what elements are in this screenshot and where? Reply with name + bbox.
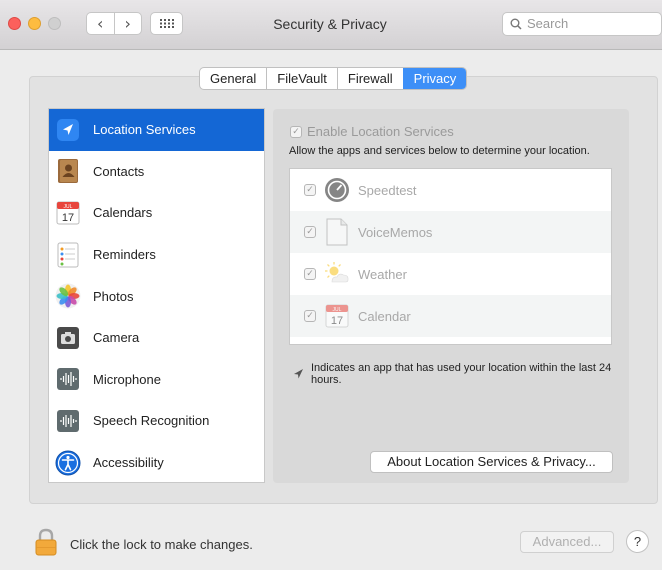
speedtest-icon bbox=[324, 177, 350, 203]
tab-bar: General FileVault Firewall Privacy bbox=[199, 67, 468, 90]
svg-text:JUL: JUL bbox=[64, 204, 73, 210]
sidebar-item-label: Camera bbox=[93, 330, 140, 346]
app-row-calendar[interactable]: ✓ JUL 17 Calendar bbox=[290, 295, 611, 337]
help-button[interactable]: ? bbox=[626, 530, 649, 553]
sidebar-item-label: Accessibility bbox=[93, 455, 164, 471]
sidebar-item-label: Location Services bbox=[93, 122, 196, 138]
location-services-description: Allow the apps and services below to det… bbox=[289, 145, 590, 157]
navigation-buttons: ‹ › bbox=[86, 12, 142, 35]
sidebar-item-label: Calendars bbox=[93, 205, 153, 221]
sidebar-item-reminders[interactable]: Reminders bbox=[49, 234, 264, 276]
weather-icon bbox=[324, 261, 350, 287]
svg-text:JUL: JUL bbox=[333, 307, 342, 313]
close-window-button[interactable] bbox=[8, 17, 21, 30]
reminders-icon bbox=[53, 240, 83, 270]
lock-message: Click the lock to make changes. bbox=[70, 537, 253, 552]
tab-general[interactable]: General bbox=[200, 68, 266, 89]
enable-location-services-label: Enable Location Services bbox=[307, 124, 454, 139]
calendar-icon: JUL 17 bbox=[324, 303, 350, 329]
app-checkbox[interactable]: ✓ bbox=[304, 184, 316, 196]
lock-icon[interactable] bbox=[34, 528, 58, 559]
sidebar-item-photos[interactable]: Photos bbox=[49, 275, 264, 317]
zoom-window-button[interactable] bbox=[48, 17, 61, 30]
location-arrow-icon bbox=[53, 115, 83, 145]
recent-location-note: Indicates an app that has used your loca… bbox=[293, 362, 613, 386]
app-row-voicememos[interactable]: ✓ VoiceMemos bbox=[290, 211, 611, 253]
search-input[interactable]: Search bbox=[502, 12, 662, 36]
title-bar: ‹ › Security & Privacy Search bbox=[0, 0, 662, 50]
document-icon bbox=[324, 218, 350, 246]
tab-privacy[interactable]: Privacy bbox=[402, 68, 467, 89]
chevron-right-icon: › bbox=[124, 14, 131, 33]
tab-firewall[interactable]: Firewall bbox=[336, 68, 403, 89]
sidebar-item-location-services[interactable]: Location Services bbox=[49, 109, 264, 151]
sidebar-item-speech-recognition[interactable]: Speech Recognition bbox=[49, 400, 264, 442]
chevron-left-icon: ‹ bbox=[97, 14, 104, 33]
app-checkbox[interactable]: ✓ bbox=[304, 226, 316, 238]
sidebar-item-label: Microphone bbox=[93, 371, 161, 387]
back-button[interactable]: ‹ bbox=[87, 13, 114, 34]
camera-icon bbox=[53, 323, 83, 353]
sidebar-item-label: Photos bbox=[93, 288, 134, 304]
location-app-list[interactable]: ✓ Speedtest ✓ VoiceMemos ✓ Weather ✓ JUL… bbox=[289, 168, 612, 345]
sidebar-item-calendars[interactable]: JUL 17 Calendars bbox=[49, 192, 264, 234]
grid-icon bbox=[159, 19, 174, 28]
app-checkbox[interactable]: ✓ bbox=[304, 268, 316, 280]
recent-location-note-text: Indicates an app that has used your loca… bbox=[311, 362, 612, 386]
svg-text:17: 17 bbox=[331, 315, 343, 327]
sidebar-item-microphone[interactable]: Microphone bbox=[49, 359, 264, 401]
advanced-button[interactable]: Advanced... bbox=[520, 531, 614, 553]
sidebar-item-contacts[interactable]: Contacts bbox=[49, 151, 264, 193]
app-name: Speedtest bbox=[358, 182, 417, 198]
speech-recognition-icon bbox=[53, 406, 83, 436]
search-placeholder: Search bbox=[527, 16, 569, 31]
microphone-icon bbox=[53, 364, 83, 394]
location-arrow-icon bbox=[293, 362, 311, 386]
app-row-weather[interactable]: ✓ Weather bbox=[290, 253, 611, 295]
checkbox-check-icon: ✓ bbox=[290, 125, 302, 138]
sidebar-item-accessibility[interactable]: Accessibility bbox=[49, 442, 264, 484]
sidebar-item-camera[interactable]: Camera bbox=[49, 317, 264, 359]
search-icon bbox=[510, 18, 522, 30]
contacts-icon bbox=[53, 156, 83, 186]
svg-text:17: 17 bbox=[62, 212, 74, 224]
photos-icon bbox=[53, 281, 83, 311]
sidebar-item-label: Speech Recognition bbox=[93, 413, 210, 429]
app-name: VoiceMemos bbox=[358, 224, 433, 240]
app-checkbox[interactable]: ✓ bbox=[304, 310, 316, 322]
sidebar-item-label: Reminders bbox=[93, 247, 156, 263]
enable-location-services-checkbox[interactable]: ✓ Enable Location Services bbox=[290, 124, 454, 139]
calendar-icon: JUL 17 bbox=[53, 198, 83, 228]
privacy-category-list: Location Services Contacts JUL 17 Calend… bbox=[48, 108, 265, 483]
sidebar-item-label: Contacts bbox=[93, 163, 145, 179]
accessibility-icon bbox=[53, 448, 83, 478]
minimize-window-button[interactable] bbox=[28, 17, 41, 30]
forward-button[interactable]: › bbox=[113, 13, 142, 34]
app-row-speedtest[interactable]: ✓ Speedtest bbox=[290, 169, 611, 211]
about-location-services-button[interactable]: About Location Services & Privacy... bbox=[370, 451, 613, 473]
tab-filevault[interactable]: FileVault bbox=[266, 68, 337, 89]
app-name: Weather bbox=[358, 266, 407, 282]
show-all-button[interactable] bbox=[150, 12, 183, 35]
app-name: Calendar bbox=[358, 308, 411, 324]
window-title: Security & Privacy bbox=[273, 16, 387, 32]
